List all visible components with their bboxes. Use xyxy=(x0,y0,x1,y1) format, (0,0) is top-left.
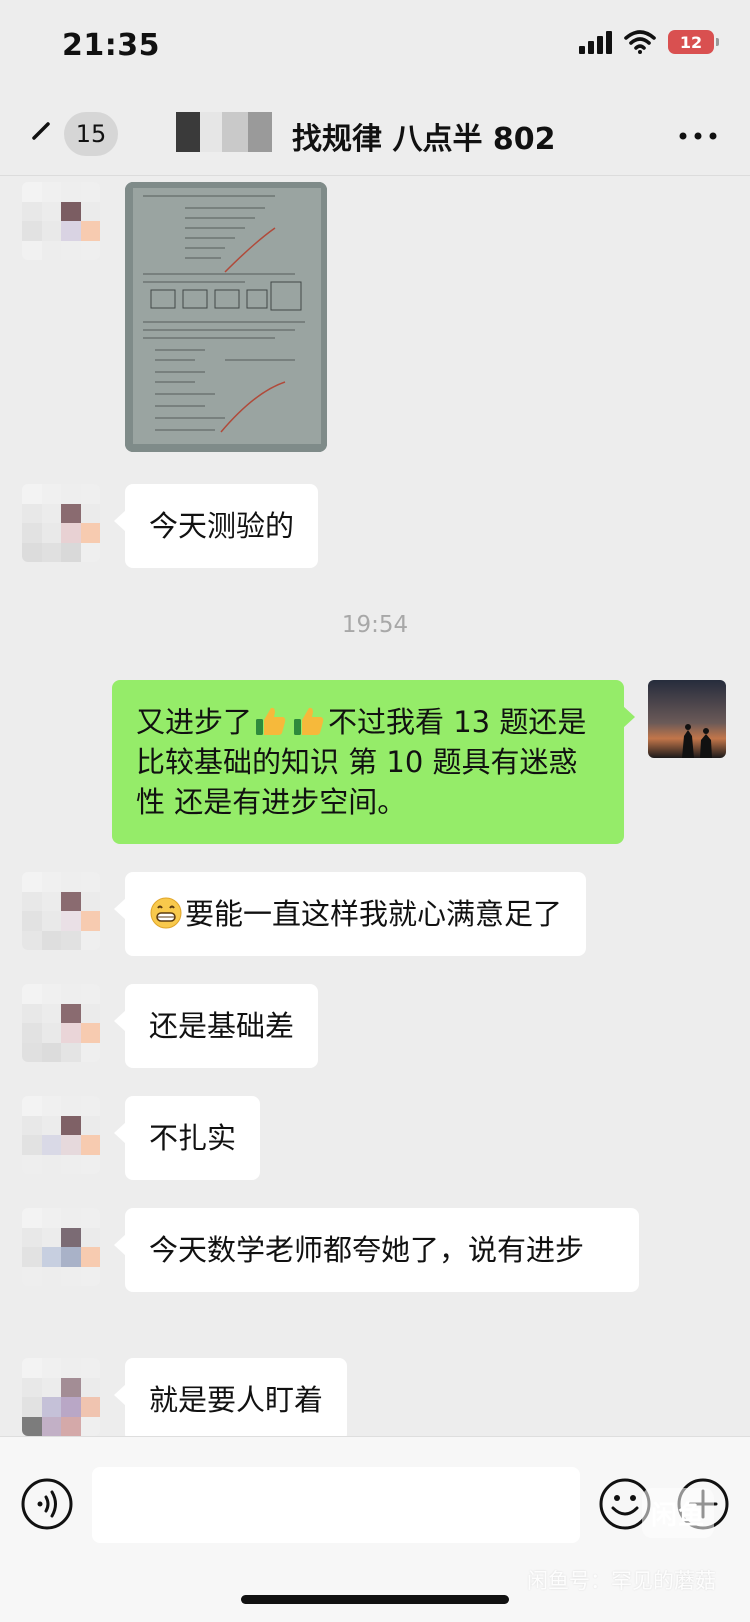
chat-header: 15 找规律 八点半 802 xyxy=(0,96,750,176)
text-message[interactable]: 不扎实 xyxy=(113,1096,261,1180)
message-text: 要能一直这样我就心满意足了 xyxy=(185,897,563,931)
grin-icon xyxy=(150,897,182,929)
avatar[interactable] xyxy=(22,1358,100,1436)
sunset-photo xyxy=(648,680,726,758)
home-indicator[interactable] xyxy=(241,1595,509,1604)
text-message[interactable]: 今天数学老师都夸她了，说有进步 xyxy=(114,1208,639,1292)
text-message[interactable]: 就是要人盯着 xyxy=(113,1358,348,1442)
text-message[interactable]: 还是基础差 xyxy=(113,984,319,1068)
self-text-message[interactable]: 又进步了 不过我看 13 题还是比较基础的知识 第 10 题具有迷惑性 还是有进… xyxy=(112,680,635,844)
status-indicators: 12 xyxy=(579,30,719,54)
back-icon[interactable] xyxy=(20,116,60,156)
text-message[interactable]: 要能一直这样我就心满意足了 xyxy=(113,872,587,956)
thumbs-up-icon xyxy=(256,707,286,735)
watermark-text: 闲鱼号：罕见的蘑菇 xyxy=(527,1569,716,1593)
message-text-part: 又进步了 xyxy=(136,705,253,739)
avatar[interactable] xyxy=(22,984,100,1062)
voice-icon[interactable] xyxy=(20,1477,74,1531)
avatar[interactable] xyxy=(22,872,100,950)
message-text: 今天数学老师都夸她了，说有进步 xyxy=(149,1233,585,1267)
message-text: 不扎实 xyxy=(149,1121,237,1155)
thumbs-up-icon xyxy=(294,707,324,735)
more-icon[interactable] xyxy=(676,120,720,152)
battery-icon: 12 xyxy=(668,30,719,54)
time-divider: 19:54 xyxy=(341,612,409,638)
status-bar: 21:35 12 xyxy=(0,0,750,96)
worksheet-photo xyxy=(125,182,327,452)
chat-title: 找规律 八点半 802 xyxy=(292,122,556,157)
text-message[interactable]: 今天测验的 xyxy=(113,484,319,568)
battery-level: 12 xyxy=(679,32,703,52)
wifi-icon xyxy=(624,30,656,54)
image-message[interactable] xyxy=(125,182,327,452)
self-avatar[interactable] xyxy=(648,680,726,758)
unread-count-badge[interactable]: 15 xyxy=(64,112,118,156)
message-text: 还是基础差 xyxy=(149,1009,295,1043)
message-input[interactable] xyxy=(92,1467,580,1543)
status-time: 21:35 xyxy=(62,28,160,63)
avatar[interactable] xyxy=(22,1096,100,1174)
blurred-title-part xyxy=(176,112,272,152)
message-text: 就是要人盯着 xyxy=(149,1383,324,1417)
watermark-logo: 闲鱼 xyxy=(642,1488,714,1538)
avatar[interactable] xyxy=(22,1208,100,1286)
signal-icon xyxy=(579,30,612,54)
avatar[interactable] xyxy=(22,484,100,562)
message-text: 今天测验的 xyxy=(149,509,295,543)
avatar[interactable] xyxy=(22,182,100,260)
